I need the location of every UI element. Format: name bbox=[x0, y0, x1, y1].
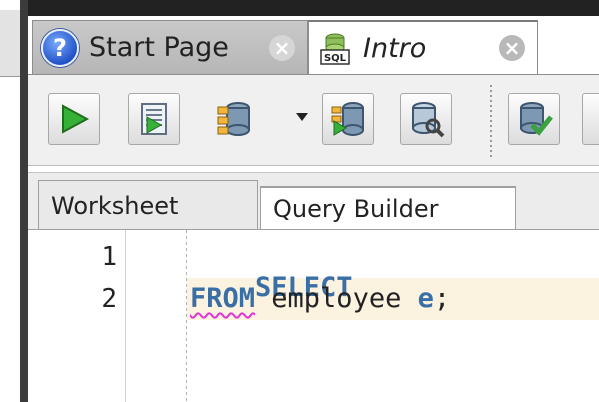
table-alias: e bbox=[417, 283, 434, 314]
chevron-down-icon[interactable] bbox=[296, 113, 308, 121]
explain-plan-icon bbox=[331, 102, 364, 136]
play-icon bbox=[62, 104, 90, 134]
worksheet-tab-bar: Worksheet Query Builder bbox=[28, 166, 599, 231]
code-line-2[interactable]: FROM employee e; bbox=[190, 283, 450, 314]
autotrace-button[interactable] bbox=[400, 93, 452, 145]
tab-worksheet[interactable]: Worksheet bbox=[38, 180, 258, 230]
worksheet-toolbar bbox=[28, 75, 599, 166]
svg-text:SQL: SQL bbox=[324, 53, 347, 64]
run-script-button[interactable] bbox=[128, 93, 180, 145]
sql-worksheet-icon: SQL bbox=[317, 30, 353, 66]
script-icon bbox=[141, 103, 167, 135]
line-number: 1 bbox=[101, 242, 117, 272]
tab-label: Query Builder bbox=[273, 195, 439, 223]
database-button[interactable] bbox=[208, 93, 260, 145]
panel-splitter[interactable] bbox=[20, 0, 28, 402]
tab-start-page[interactable]: ? Start Page × bbox=[32, 20, 308, 74]
autotrace-icon bbox=[412, 102, 445, 138]
toolbar-next-button[interactable] bbox=[582, 93, 599, 145]
tab-label: Intro bbox=[363, 32, 427, 64]
tab-query-builder[interactable]: Query Builder bbox=[260, 186, 516, 230]
help-icon: ? bbox=[41, 28, 79, 67]
table-name: employee bbox=[255, 283, 418, 314]
statement-terminator: ; bbox=[433, 283, 451, 314]
document-tab-bar: ? Start Page × SQL Intro × bbox=[28, 16, 599, 75]
run-statement-button[interactable] bbox=[48, 93, 100, 145]
sql-editor[interactable]: 1 2 SELECT FROM employee e; bbox=[28, 230, 599, 402]
close-icon[interactable]: × bbox=[499, 35, 525, 61]
fold-guide bbox=[186, 230, 187, 402]
window-top-border bbox=[28, 0, 599, 16]
tab-intro[interactable]: SQL Intro × bbox=[308, 20, 538, 74]
commit-icon bbox=[520, 102, 553, 136]
line-number-gutter: 1 2 bbox=[28, 230, 126, 402]
toolbar-separator bbox=[490, 85, 492, 157]
close-icon[interactable]: × bbox=[269, 34, 295, 61]
database-icon bbox=[217, 102, 250, 136]
sql-keyword: FROM bbox=[190, 283, 256, 314]
commit-button[interactable] bbox=[508, 93, 560, 145]
explain-plan-button[interactable] bbox=[322, 93, 374, 145]
line-number: 2 bbox=[101, 284, 117, 314]
tab-label: Worksheet bbox=[51, 191, 179, 220]
tab-label: Start Page bbox=[89, 32, 229, 63]
